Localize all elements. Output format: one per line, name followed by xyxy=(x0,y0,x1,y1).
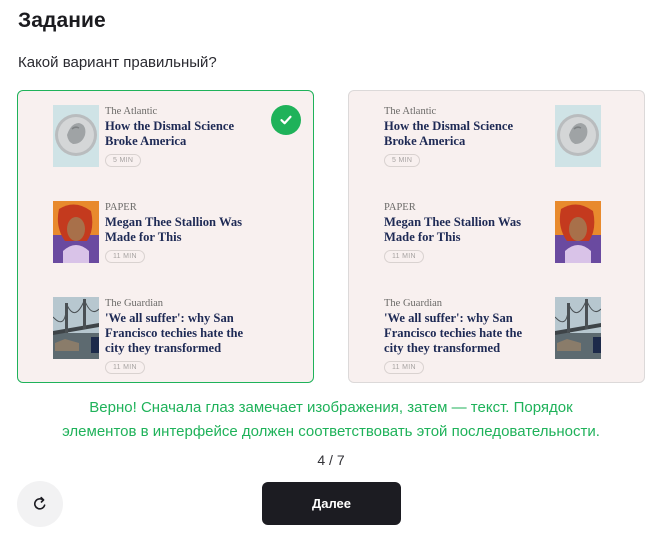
option-left-card[interactable]: The Atlantic How the Dismal Science Brok… xyxy=(17,90,314,383)
article-headline: Megan Thee Stallion Was Made for This xyxy=(105,215,243,244)
next-button[interactable]: Далее xyxy=(262,482,401,525)
check-icon xyxy=(271,105,301,135)
feedback-line: Верно! Сначала глаз замечает изображения… xyxy=(89,399,573,416)
article-source: PAPER xyxy=(105,202,137,213)
feedback-line: элементов в интерфейсе должен соответств… xyxy=(62,423,600,440)
reload-button[interactable] xyxy=(17,481,63,527)
bridge-icon xyxy=(53,297,99,359)
article-source: PAPER xyxy=(384,202,416,213)
article-headline: How the Dismal Science Broke America xyxy=(384,119,514,148)
page: Задание Какой вариант правильный? The At… xyxy=(0,0,662,546)
bridge-icon xyxy=(555,297,601,359)
question-text: Какой вариант правильный? xyxy=(18,54,217,71)
article-headline: 'We all suffer': why San Francisco techi… xyxy=(105,311,244,355)
article-headline: How the Dismal Science Broke America xyxy=(105,119,235,148)
coin-icon xyxy=(53,105,99,167)
page-title: Задание xyxy=(18,9,106,32)
article-source: The Atlantic xyxy=(105,106,158,117)
read-time-badge: 11 MIN xyxy=(384,361,424,374)
article-headline: Megan Thee Stallion Was Made for This xyxy=(384,215,522,244)
coin-icon xyxy=(555,105,601,167)
read-time-badge: 11 MIN xyxy=(105,361,145,374)
option-right-card[interactable]: The Atlantic How the Dismal Science Brok… xyxy=(348,90,645,383)
read-time-badge: 11 MIN xyxy=(384,250,424,263)
article-source: The Atlantic xyxy=(384,106,437,117)
article-source: The Guardian xyxy=(384,298,443,309)
portrait-icon xyxy=(555,201,601,263)
progress-counter: 4 / 7 xyxy=(317,452,345,468)
article-headline: 'We all suffer': why San Francisco techi… xyxy=(384,311,523,355)
read-time-badge: 11 MIN xyxy=(105,250,145,263)
portrait-icon xyxy=(53,201,99,263)
reload-icon xyxy=(34,496,46,510)
feedback-message: Верно! Сначала глаз замечает изображения… xyxy=(0,396,662,444)
read-time-badge: 5 MIN xyxy=(105,154,142,167)
article-source: The Guardian xyxy=(105,298,164,309)
read-time-badge: 5 MIN xyxy=(384,154,421,167)
